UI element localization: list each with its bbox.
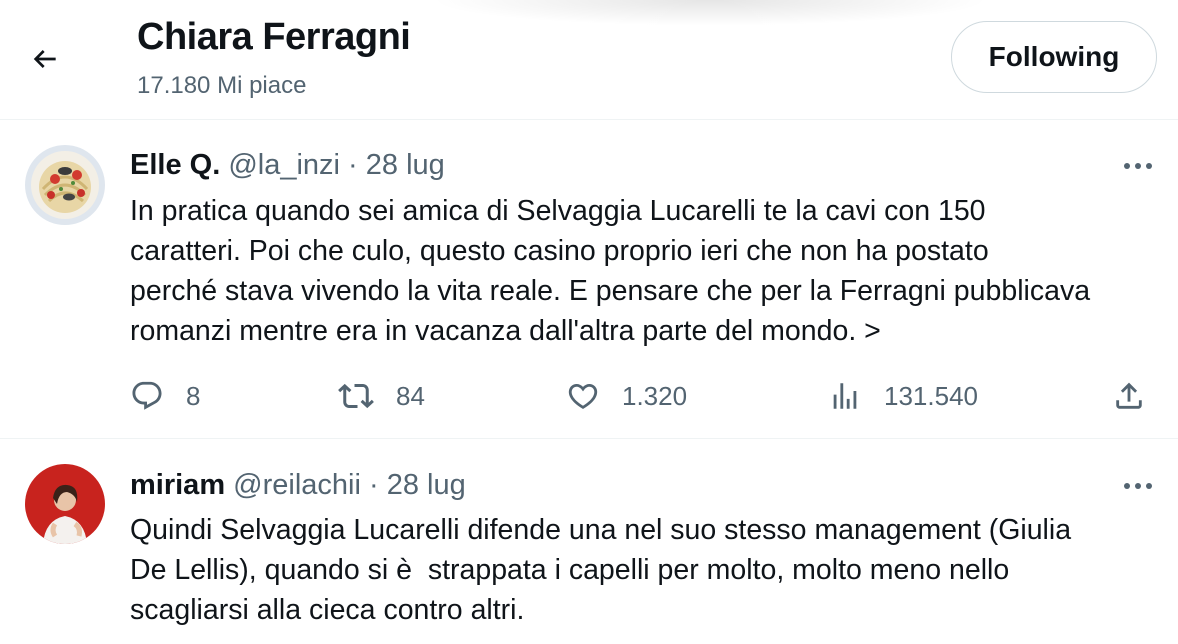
avatar-image <box>25 145 105 225</box>
views-count: 131.540 <box>884 380 978 411</box>
likes-count: 17.180 Mi piace <box>137 72 307 99</box>
like-button[interactable]: 1.320 <box>566 374 687 418</box>
share-button[interactable] <box>1112 374 1146 418</box>
tweet-text: In pratica quando sei amica di Selvaggia… <box>130 195 1091 347</box>
tweet-date[interactable]: 28 lug <box>366 149 445 181</box>
heart-icon <box>568 383 598 409</box>
back-button[interactable] <box>20 34 70 84</box>
arrow-left-icon <box>33 50 56 68</box>
author-handle[interactable]: @reilachii <box>233 469 361 501</box>
reply-icon <box>132 381 162 410</box>
separator: · <box>348 149 358 181</box>
views-button[interactable]: 131.540 <box>828 374 978 418</box>
share-icon <box>1116 382 1142 409</box>
tweet[interactable]: Elle Q. @la_inzi · 28 lug In pratica qua… <box>0 121 1178 439</box>
retweet-icon <box>338 383 374 409</box>
tweet-header: miriam @reilachii · 28 lug <box>130 468 466 502</box>
tweet[interactable]: miriam @reilachii · 28 lug Quindi Selvag… <box>0 440 1178 644</box>
author-name[interactable]: Elle Q. <box>130 149 220 181</box>
more-horizontal-icon <box>1124 163 1152 169</box>
tweet-text: Quindi Selvaggia Lucarelli difende una n… <box>130 514 1072 626</box>
author-handle[interactable]: @la_inzi <box>228 149 340 181</box>
avatar[interactable] <box>25 464 105 544</box>
tweet-actions: 8 84 1.320 131.540 <box>0 374 1178 418</box>
more-horizontal-icon <box>1124 483 1152 489</box>
header-shadow <box>430 0 990 26</box>
reply-button[interactable]: 8 <box>130 374 200 418</box>
following-button[interactable]: Following <box>951 21 1157 93</box>
separator: · <box>369 469 379 501</box>
profile-likes-page: Chiara Ferragni 17.180 Mi piace Followin… <box>0 0 1178 644</box>
page-title: Chiara Ferragni <box>137 16 411 58</box>
avatar[interactable] <box>25 145 105 225</box>
reply-count: 8 <box>186 380 201 411</box>
tweet-header: Elle Q. @la_inzi · 28 lug <box>130 148 445 182</box>
top-bar: Chiara Ferragni 17.180 Mi piace Followin… <box>0 0 1178 120</box>
retweet-count: 84 <box>396 380 425 411</box>
views-icon <box>833 383 857 409</box>
more-button[interactable] <box>1118 151 1158 181</box>
more-button[interactable] <box>1118 471 1158 501</box>
like-count: 1.320 <box>622 380 688 411</box>
tweet-date[interactable]: 28 lug <box>387 469 466 501</box>
retweet-button[interactable]: 84 <box>338 374 425 418</box>
author-name[interactable]: miriam <box>130 469 225 501</box>
avatar-image <box>25 464 105 544</box>
